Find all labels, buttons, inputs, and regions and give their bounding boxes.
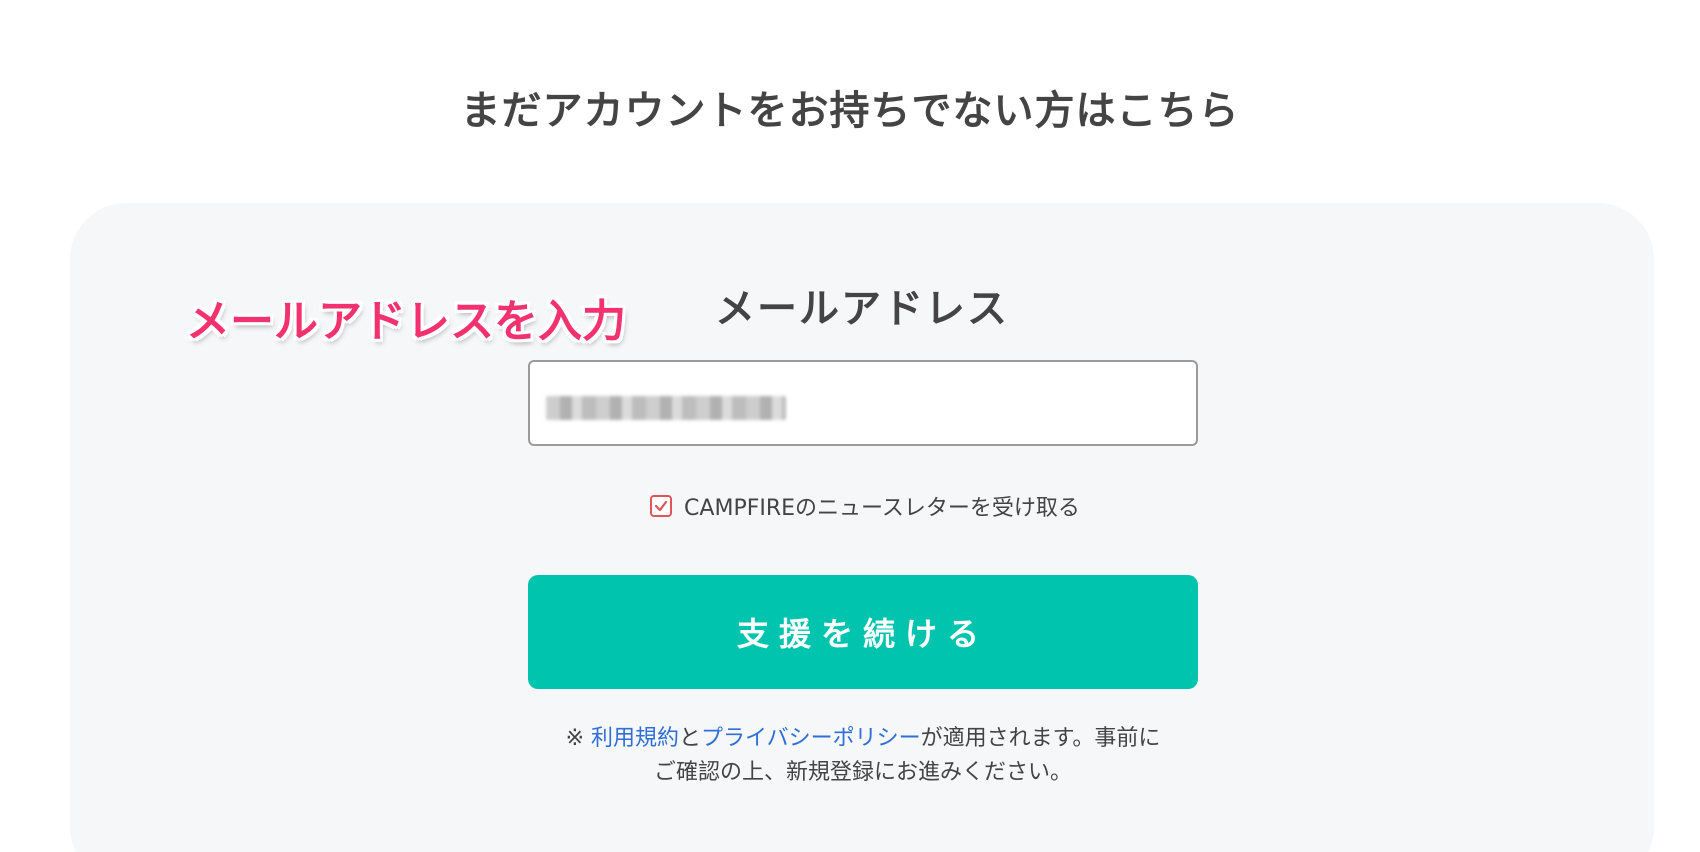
- terms-line1-suffix: が適用されます。事前に: [920, 726, 1161, 751]
- email-label: メールアドレス: [715, 286, 1009, 332]
- privacy-policy-link[interactable]: プライバシーポリシー: [701, 726, 921, 751]
- terms-notice: ※ 利用規約とプライバシーポリシーが適用されます。事前に ご確認の上、新規登録に…: [528, 722, 1198, 790]
- newsletter-option[interactable]: CAMPFIREのニュースレターを受け取る: [0, 490, 1700, 522]
- terms-prefix: ※: [565, 726, 592, 751]
- terms-of-use-link[interactable]: 利用規約: [591, 726, 679, 751]
- signup-heading: まだアカウントをお持ちでない方はこちら: [460, 88, 1240, 134]
- annotation-label: メールアドレスを入力: [186, 296, 626, 347]
- newsletter-label: CAMPFIREのニュースレターを受け取る: [684, 496, 1080, 521]
- checkmark-icon: [654, 500, 668, 512]
- terms-connector: と: [679, 726, 702, 751]
- terms-line2: ご確認の上、新規登録にお進みください。: [653, 760, 1072, 785]
- email-value-redacted: [546, 396, 786, 420]
- newsletter-checkbox[interactable]: [650, 495, 673, 517]
- continue-support-button[interactable]: 支援を続ける: [528, 575, 1198, 689]
- signup-page: まだアカウントをお持ちでない方はこちら メールアドレスを入力 メールアドレス C…: [0, 0, 1700, 852]
